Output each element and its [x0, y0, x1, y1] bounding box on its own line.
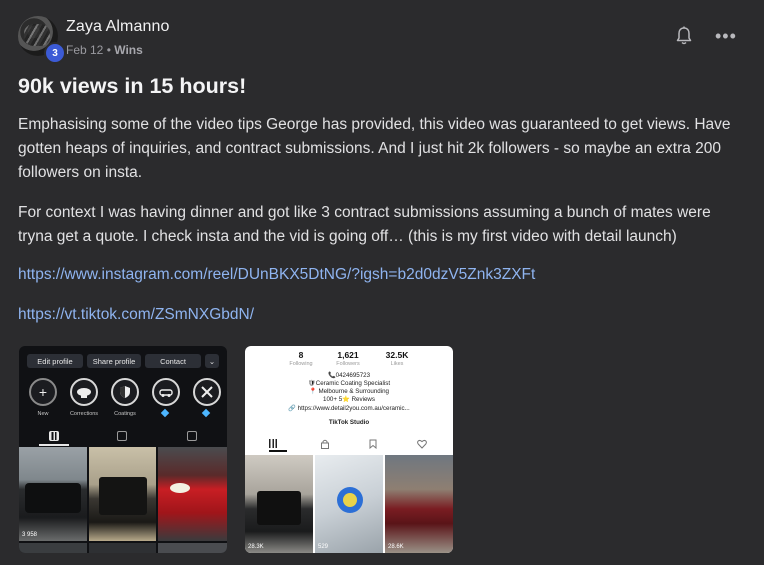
view-count: 28.6K	[388, 544, 404, 550]
post-paragraph-2: For context I was having dinner and got …	[18, 204, 711, 245]
post-thumbnail	[158, 447, 227, 541]
post-thumbnail	[19, 543, 87, 553]
post-thumbnail	[158, 543, 227, 553]
view-count: 529	[318, 544, 329, 550]
bio-location: 📍 Melbourne & Surrounding	[309, 388, 389, 395]
post-paragraph-1: Emphasising some of the video tips Georg…	[18, 116, 731, 181]
highlight-label-new: New	[37, 411, 49, 417]
highlight-label-corrections: Corrections	[69, 411, 99, 417]
view-count: 3 958	[22, 532, 38, 538]
grid-icon	[49, 431, 59, 441]
new-highlight-icon: +	[29, 378, 57, 406]
edit-profile-button: Edit profile	[27, 354, 83, 368]
post-thumbnail	[89, 543, 156, 553]
heart-icon	[417, 439, 427, 449]
meta-separator: •	[106, 43, 111, 57]
post-thumbnail: 3 958	[19, 447, 87, 541]
likes-stat: 32.5K Likes	[385, 350, 409, 367]
tiktok-link[interactable]: https://vt.tiktok.com/ZSmNXGbdN/	[18, 306, 254, 324]
bio-website: 🔗 https://www.detail2you.com.au/ceramic.…	[288, 405, 410, 412]
post-thumbnail	[89, 447, 156, 541]
tiktok-screenshot[interactable]: 8 Following 1,621 Followers 32.5K Likes …	[245, 346, 453, 553]
diamond-icon	[201, 408, 211, 418]
post-category[interactable]: Wins	[114, 43, 143, 57]
author-name[interactable]: Zaya Almanno	[66, 18, 169, 36]
instagram-post-grid: 3 958	[19, 447, 227, 553]
post-header: 3 Zaya Almanno Feb 12 • Wins •••	[18, 16, 748, 64]
profile-tabs	[19, 431, 227, 445]
coatings-highlight-icon	[111, 378, 139, 406]
grid-icon	[269, 439, 279, 448]
bio-phone: 📞0424695723	[327, 372, 371, 379]
tools-highlight-icon	[193, 378, 221, 406]
video-thumbnail: 28.3K	[245, 455, 313, 553]
reels-icon	[117, 431, 127, 441]
more-icon[interactable]: •••	[715, 27, 737, 45]
bio-specialty: 🛡Ceramic Coating Specialist	[307, 380, 391, 387]
tiktok-studio: TikTok Studio	[328, 419, 370, 426]
share-profile-button: Share profile	[87, 354, 141, 368]
diamond-icon	[160, 408, 170, 418]
highlight-label-coatings: Coatings	[114, 411, 136, 417]
video-thumbnail: 28.6K	[385, 455, 453, 553]
tagged-icon	[187, 431, 197, 441]
post-title: 90k views in 15 hours!	[18, 74, 247, 98]
view-count: 28.3K	[248, 544, 264, 550]
bell-icon[interactable]	[675, 26, 693, 46]
tiktok-profile-tabs	[245, 439, 453, 452]
post-date: Feb 12	[66, 43, 104, 57]
bookmark-icon	[369, 439, 377, 449]
tiktok-video-grid: 28.3K 529 28.6K	[245, 455, 453, 553]
active-tab-indicator	[39, 444, 69, 446]
bio-reviews: 100+ 5⭐ Reviews	[323, 396, 375, 403]
contact-button: Contact	[145, 354, 201, 368]
chevron-down-icon: ⌄	[205, 354, 219, 368]
lock-icon	[321, 439, 329, 449]
level-badge: 3	[44, 42, 66, 64]
post-meta: Feb 12 • Wins	[66, 43, 143, 57]
car-highlight-icon	[152, 378, 180, 406]
corrections-highlight-icon	[70, 378, 98, 406]
instagram-screenshot[interactable]: Edit profile Share profile Contact ⌄ + N…	[19, 346, 227, 553]
instagram-link[interactable]: https://www.instagram.com/reel/DUnBKX5Dt…	[18, 266, 535, 284]
video-thumbnail: 529	[315, 455, 383, 553]
active-tab-indicator	[269, 450, 287, 452]
